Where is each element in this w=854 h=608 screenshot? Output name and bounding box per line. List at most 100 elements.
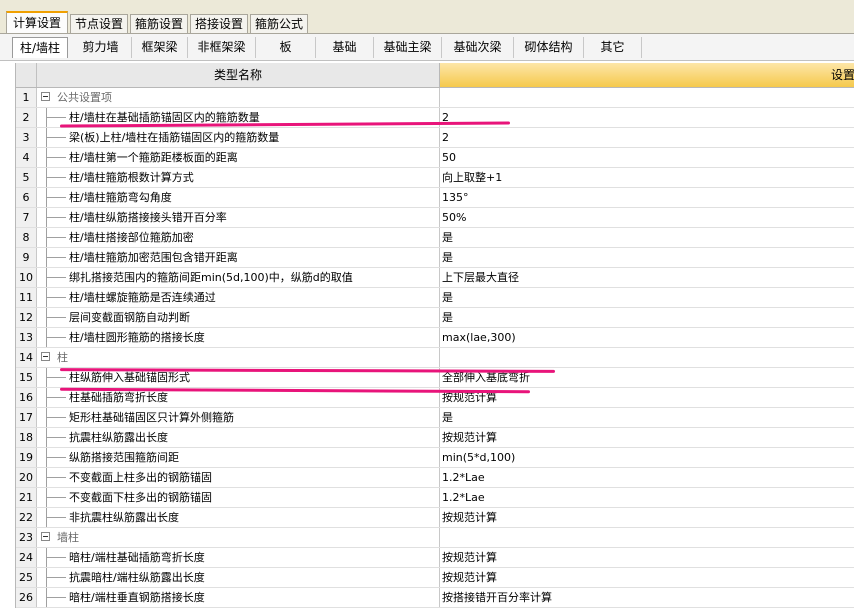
collapse-icon[interactable]	[41, 352, 50, 361]
table-row[interactable]: 6 柱/墙柱箍筋弯勾角度 135°	[16, 188, 854, 208]
row-number: 2	[16, 108, 37, 127]
grid-header: 类型名称 设置	[16, 63, 854, 88]
setting-value[interactable]: 按规范计算	[440, 428, 854, 447]
tab-node-settings[interactable]: 节点设置	[70, 14, 128, 33]
tree-connector	[46, 388, 66, 407]
setting-name: 柱/墙柱箍筋弯勾角度	[69, 191, 172, 204]
row-number: 16	[16, 388, 37, 407]
collapse-icon[interactable]	[41, 92, 50, 101]
subtab-slab[interactable]: 板	[256, 37, 316, 58]
tree-connector	[46, 428, 66, 447]
table-row[interactable]: 10 绑扎搭接范围内的箍筋间距min(5d,100)中，纵筋d的取值 上下层最大…	[16, 268, 854, 288]
subtab-foundation-main-beam[interactable]: 基础主梁	[374, 37, 442, 58]
setting-name: 不变截面上柱多出的钢筋锚固	[69, 471, 212, 484]
row-number: 7	[16, 208, 37, 227]
table-row[interactable]: 4 柱/墙柱第一个箍筋距楼板面的距离 50	[16, 148, 854, 168]
collapse-icon[interactable]	[41, 532, 50, 541]
table-row[interactable]: 22 非抗震柱纵筋露出长度 按规范计算	[16, 508, 854, 528]
setting-value[interactable]: 是	[440, 408, 854, 427]
setting-value[interactable]: 向上取整+1	[440, 168, 854, 187]
setting-value[interactable]: min(5*d,100)	[440, 448, 854, 467]
setting-value[interactable]: max(lae,300)	[440, 328, 854, 347]
row-number: 5	[16, 168, 37, 187]
setting-value[interactable]: 1.2*Lae	[440, 488, 854, 507]
tree-connector	[46, 288, 66, 307]
setting-value[interactable]: 135°	[440, 188, 854, 207]
group-label: 公共设置项	[57, 91, 112, 104]
tree-connector	[46, 448, 66, 467]
setting-value[interactable]: 按规范计算	[440, 548, 854, 567]
tree-connector	[46, 408, 66, 427]
row-number: 22	[16, 508, 37, 527]
tree-connector	[46, 268, 66, 287]
tree-connector	[46, 128, 66, 147]
setting-name: 矩形柱基础锚固区只计算外侧箍筋	[69, 411, 234, 424]
type-name-header[interactable]: 类型名称	[37, 63, 440, 87]
group-row-wall-column[interactable]: 23 墙柱	[16, 528, 854, 548]
setting-name: 柱/墙柱箍筋根数计算方式	[69, 171, 194, 184]
tab-stirrup-formula[interactable]: 箍筋公式	[250, 14, 308, 33]
subtab-foundation[interactable]: 基础	[316, 37, 374, 58]
table-row[interactable]: 12 层间变截面钢筋自动判断 是	[16, 308, 854, 328]
subtab-column[interactable]: 柱/墙柱	[12, 37, 68, 58]
setting-value	[440, 88, 854, 107]
table-row[interactable]: 17 矩形柱基础锚固区只计算外侧箍筋 是	[16, 408, 854, 428]
setting-value[interactable]: 1.2*Lae	[440, 468, 854, 487]
settings-grid: 类型名称 设置 1 公共设置项 2 柱/墙柱在基础插筋锚固区内的箍筋数量 2 3…	[15, 63, 854, 608]
table-row[interactable]: 18 抗震柱纵筋露出长度 按规范计算	[16, 428, 854, 448]
row-number: 1	[16, 88, 37, 107]
row-number: 8	[16, 228, 37, 247]
tab-stirrup-settings[interactable]: 箍筋设置	[130, 14, 188, 33]
table-row[interactable]: 5 柱/墙柱箍筋根数计算方式 向上取整+1	[16, 168, 854, 188]
table-row[interactable]: 11 柱/墙柱螺旋箍筋是否连续通过 是	[16, 288, 854, 308]
subtab-other[interactable]: 其它	[584, 37, 642, 58]
setting-value	[440, 528, 854, 547]
group-row-column[interactable]: 14 柱	[16, 348, 854, 368]
table-row[interactable]: 20 不变截面上柱多出的钢筋锚固 1.2*Lae	[16, 468, 854, 488]
table-row[interactable]: 25 抗震暗柱/端柱纵筋露出长度 按规范计算	[16, 568, 854, 588]
group-label: 柱	[57, 351, 68, 364]
setting-value[interactable]: 是	[440, 228, 854, 247]
subtab-foundation-secondary-beam[interactable]: 基础次梁	[442, 37, 514, 58]
row-number: 13	[16, 328, 37, 347]
subtab-nonframe-beam[interactable]: 非框架梁	[188, 37, 256, 58]
row-number: 6	[16, 188, 37, 207]
setting-value[interactable]: 是	[440, 288, 854, 307]
setting-value[interactable]: 是	[440, 248, 854, 267]
setting-value[interactable]: 按规范计算	[440, 508, 854, 527]
setting-name: 暗柱/端柱垂直钢筋搭接长度	[69, 591, 205, 604]
setting-value[interactable]: 2	[440, 128, 854, 147]
table-row[interactable]: 9 柱/墙柱箍筋加密范围包含错开距离 是	[16, 248, 854, 268]
table-row[interactable]: 13 柱/墙柱圆形箍筋的搭接长度 max(lae,300)	[16, 328, 854, 348]
setting-name: 纵筋搭接范围箍筋间距	[69, 451, 179, 464]
table-row[interactable]: 26 暗柱/端柱垂直钢筋搭接长度 按搭接错开百分率计算	[16, 588, 854, 608]
row-number: 17	[16, 408, 37, 427]
tree-connector	[46, 188, 66, 207]
settings-tabbar: 计算设置 节点设置 箍筋设置 搭接设置 箍筋公式	[0, 0, 854, 34]
tab-lap-settings[interactable]: 搭接设置	[190, 14, 248, 33]
tab-calc-settings[interactable]: 计算设置	[6, 11, 68, 34]
setting-value[interactable]: 50	[440, 148, 854, 167]
table-row[interactable]: 19 纵筋搭接范围箍筋间距 min(5*d,100)	[16, 448, 854, 468]
setting-value[interactable]: 按搭接错开百分率计算	[440, 588, 854, 607]
setting-value-header[interactable]: 设置	[440, 63, 854, 87]
setting-value[interactable]: 是	[440, 308, 854, 327]
tree-connector	[46, 548, 66, 567]
table-row[interactable]: 3 梁(板)上柱/墙柱在插筋锚固区内的箍筋数量 2	[16, 128, 854, 148]
subtab-frame-beam[interactable]: 框架梁	[132, 37, 188, 58]
table-row[interactable]: 8 柱/墙柱搭接部位箍筋加密 是	[16, 228, 854, 248]
setting-name: 柱/墙柱螺旋箍筋是否连续通过	[69, 291, 216, 304]
setting-value[interactable]: 上下层最大直径	[440, 268, 854, 287]
tree-connector	[46, 508, 66, 527]
subtab-masonry[interactable]: 砌体结构	[514, 37, 584, 58]
table-row[interactable]: 24 暗柱/端柱基础插筋弯折长度 按规范计算	[16, 548, 854, 568]
setting-value[interactable]: 50%	[440, 208, 854, 227]
row-number: 24	[16, 548, 37, 567]
table-row[interactable]: 21 不变截面下柱多出的钢筋锚固 1.2*Lae	[16, 488, 854, 508]
group-row-common[interactable]: 1 公共设置项	[16, 88, 854, 108]
setting-name: 柱/墙柱箍筋加密范围包含错开距离	[69, 251, 238, 264]
table-row[interactable]: 7 柱/墙柱纵筋搭接接头错开百分率 50%	[16, 208, 854, 228]
setting-name: 柱/墙柱第一个箍筋距楼板面的距离	[69, 151, 238, 164]
setting-name: 层间变截面钢筋自动判断	[69, 311, 190, 324]
subtab-shear-wall[interactable]: 剪力墙	[70, 37, 132, 58]
